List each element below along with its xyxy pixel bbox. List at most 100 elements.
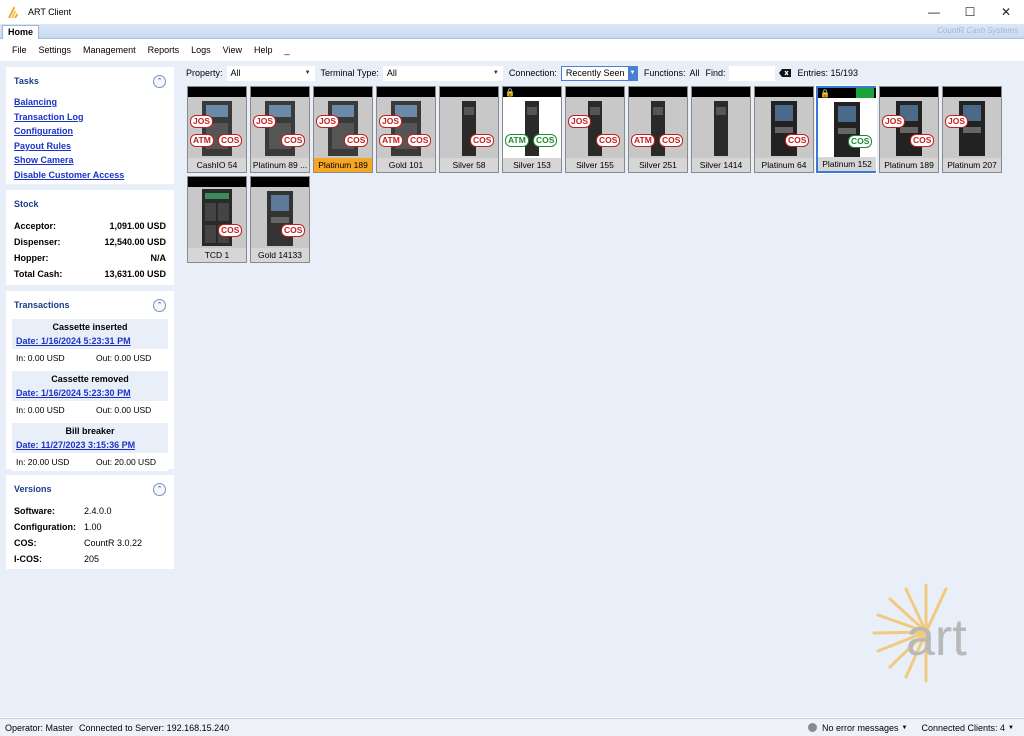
dropdown-arrow-icon: ▼ (627, 66, 637, 80)
collapse-chevron-icon[interactable]: ⌃ (153, 298, 166, 312)
find-label: Find: (705, 68, 726, 78)
logo-text: art (906, 609, 967, 667)
stock-title: Stock (14, 199, 39, 209)
cos-badge: COS (470, 134, 495, 147)
connection-label: Connection: (508, 68, 557, 78)
terminal-tile[interactable]: JOS Platinum 207 (942, 86, 1002, 173)
task-payout-rules[interactable]: Payout Rules (14, 139, 166, 154)
cos-badge: COS (407, 134, 432, 147)
versions-panel: Versions ⌃ Software: 2.4.0.0 Configuratio… (6, 475, 174, 569)
atm-badge: ATM (379, 134, 403, 147)
terminal-tile[interactable]: JOS COS Platinum 189 (313, 86, 373, 173)
title-bar: ART Client — ☐ ✕ (0, 0, 1024, 24)
find-input[interactable] (729, 65, 776, 81)
functions-label: Functions: (643, 68, 686, 78)
version-row: COS: CountR 3.0.22 (14, 538, 143, 548)
cos-badge: COS (218, 224, 243, 237)
tasks-panel: Tasks ⌃ Balancing Transaction Log Config… (6, 67, 174, 184)
terminal-tile[interactable]: 🔒 ATM COS Silver 153 (502, 86, 562, 173)
menu-reports[interactable]: Reports (142, 45, 186, 55)
kiosk-image (503, 97, 561, 158)
jos-badge: JOS (190, 115, 214, 128)
operator-status: Operator: Master (5, 722, 74, 733)
transaction-item: Cassette inserted Date: 1/16/2024 5:23:3… (12, 319, 168, 367)
jos-badge: JOS (379, 115, 403, 128)
maximize-button[interactable]: ☐ (952, 0, 988, 24)
tab-home[interactable]: Home (2, 25, 40, 39)
terminal-name: Platinum 89 ... (251, 158, 309, 172)
transaction-date-link[interactable]: Date: 1/16/2024 5:23:31 PM (16, 333, 164, 349)
menu-logs[interactable]: Logs (185, 45, 217, 55)
atm-badge: ATM (505, 134, 529, 147)
task-show-camera[interactable]: Show Camera (14, 153, 166, 168)
versions-title: Versions (14, 484, 52, 494)
terminal-tile[interactable]: COS Gold 14133 (250, 176, 310, 263)
kiosk-image (818, 98, 876, 159)
dropdown-arrow-icon[interactable]: ▼ (902, 725, 908, 731)
terminal-tile[interactable]: COS Silver 58 (439, 86, 499, 173)
atm-badge: ATM (190, 134, 214, 147)
menu-management[interactable]: Management (77, 45, 142, 55)
terminal-name: Silver 251 (629, 158, 687, 172)
atm-badge: ATM (631, 134, 655, 147)
transaction-date-link[interactable]: Date: 1/16/2024 5:23:30 PM (16, 385, 164, 401)
terminal-tile[interactable]: JOS COS Silver 155 (565, 86, 625, 173)
task-configuration[interactable]: Configuration (14, 124, 166, 139)
version-row: I-COS: 205 (14, 554, 100, 564)
dropdown-arrow-icon[interactable]: ▼ (1008, 725, 1014, 731)
collapse-chevron-icon[interactable]: ⌃ (153, 74, 166, 88)
jos-badge: JOS (316, 115, 340, 128)
terminal-name: Silver 155 (566, 158, 624, 172)
cos-badge: COS (785, 134, 810, 147)
task-balancing[interactable]: Balancing (14, 95, 166, 110)
clear-filter-icon[interactable] (779, 69, 792, 77)
kiosk-image (462, 101, 476, 156)
menu-bar: File Settings Management Reports Logs Vi… (0, 40, 1024, 60)
connection-select[interactable]: Recently Seen ▼ (560, 65, 638, 81)
terminal-type-select[interactable]: All ▼ (382, 65, 503, 81)
terminal-tile[interactable]: JOS ATM COS Gold 101 (376, 86, 436, 173)
functions-value[interactable]: All (689, 68, 699, 78)
terminal-tile[interactable]: JOS COS Platinum 189 (879, 86, 939, 173)
kiosk-image (202, 189, 232, 246)
property-select[interactable]: All ▼ (226, 65, 315, 81)
menu-help[interactable]: Help (248, 45, 279, 55)
terminal-tile[interactable]: COS TCD 1 (187, 176, 247, 263)
menu-view[interactable]: View (217, 45, 248, 55)
cos-badge: COS (344, 134, 369, 147)
terminal-type-label: Terminal Type: (320, 68, 379, 78)
task-disable-customer-access[interactable]: Disable Customer Access (14, 168, 166, 183)
close-button[interactable]: ✕ (988, 0, 1024, 24)
minimize-button[interactable]: — (916, 0, 952, 24)
terminal-tile[interactable]: JOS ATM COS CashIO 54 (187, 86, 247, 173)
terminal-tile[interactable]: COS Platinum 64 (754, 86, 814, 173)
kiosk-image (714, 101, 728, 156)
transaction-item: Cassette removed Date: 1/16/2024 5:23:30… (12, 371, 168, 419)
connected-clients[interactable]: Connected Clients: 4 (921, 723, 1005, 733)
task-transaction-log[interactable]: Transaction Log (14, 110, 166, 125)
art-logo-icon (8, 6, 18, 18)
transaction-date-link[interactable]: Date: 11/27/2023 3:15:36 PM (16, 437, 164, 453)
menu-more[interactable]: _ (279, 45, 296, 55)
menu-settings[interactable]: Settings (33, 45, 78, 55)
terminal-tile[interactable]: ATM COS Silver 251 (628, 86, 688, 173)
menu-file[interactable]: File (6, 45, 33, 55)
error-messages[interactable]: No error messages (822, 723, 899, 733)
terminal-name: CashIO 54 (188, 158, 246, 172)
lock-icon: 🔒 (820, 89, 830, 98)
jos-badge: JOS (882, 115, 906, 128)
transaction-item: Bill breaker Date: 11/27/2023 3:15:36 PM… (12, 423, 168, 471)
terminal-tile[interactable]: 🔒 COS Platinum 152 (815, 85, 877, 174)
tasks-title: Tasks (14, 76, 39, 86)
brand-text: CountR Cash Systems (937, 26, 1018, 35)
server-status: Connected to Server: 192.168.15.240 (79, 722, 230, 733)
stock-panel: Stock Acceptor: 1,091.00 USD Dispenser: 12… (6, 190, 174, 285)
terminal-tile[interactable]: JOS COS Platinum 89 ... (250, 86, 310, 173)
terminal-tile[interactable]: Silver 1414 (691, 86, 751, 173)
version-row: Software: 2.4.0.0 (14, 506, 112, 516)
stock-row: Hopper: N/A (14, 253, 166, 263)
ribbon-tabstrip: Home CountR Cash Systems (0, 24, 1024, 39)
cos-badge: COS (910, 134, 935, 147)
collapse-chevron-icon[interactable]: ⌃ (153, 482, 166, 496)
cos-badge: COS (533, 134, 558, 147)
